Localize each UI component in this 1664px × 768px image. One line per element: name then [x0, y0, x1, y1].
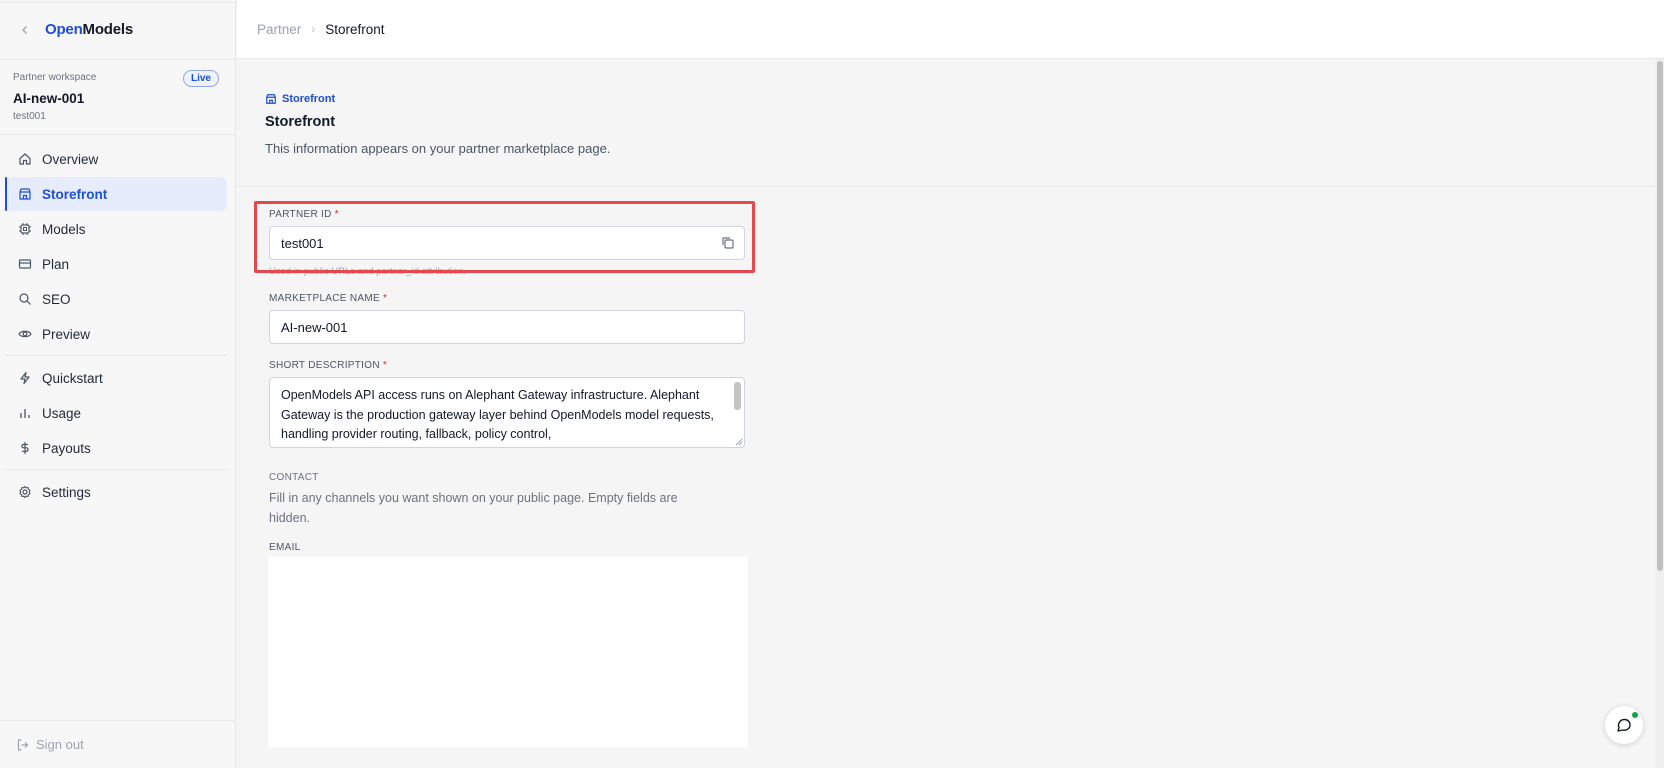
chat-icon [1617, 718, 1631, 732]
workspace-card: Partner workspace Live AI-new-001 test00… [0, 60, 235, 135]
marketplace-name-label: MARKETPLACE NAME * [269, 293, 388, 304]
sidebar-item-preview[interactable]: Preview [5, 317, 227, 351]
page-description: This information appears on your partner… [265, 141, 611, 156]
copy-icon[interactable] [720, 235, 736, 251]
sign-out-label: Sign out [36, 737, 84, 752]
storefront-form: PARTNER ID * test001 Used in public URLs … [254, 201, 755, 747]
sidebar-item-label: Preview [42, 326, 91, 342]
short-description-label: SHORT DESCRIPTION * [269, 360, 388, 371]
sign-out-icon [16, 738, 30, 752]
sidebar-item-overview[interactable]: Overview [5, 142, 227, 176]
zap-icon [17, 370, 33, 386]
store-icon [17, 186, 33, 202]
sidebar-item-label: Payouts [42, 440, 91, 456]
brand-row: OpenModels [0, 0, 235, 60]
sign-out-button[interactable]: Sign out [0, 720, 236, 768]
sidebar-item-label: Models [42, 221, 86, 237]
gear-icon [17, 484, 33, 500]
nav-divider [5, 469, 227, 470]
sidebar-item-label: Usage [42, 405, 82, 421]
sidebar-item-plan[interactable]: Plan [5, 247, 227, 281]
sidebar-item-quickstart[interactable]: Quickstart [5, 361, 227, 395]
short-description-value: OpenModels API access runs on Alephant G… [281, 388, 714, 441]
main-content: Storefront Storefront This information a… [237, 59, 1664, 768]
resize-handle-icon[interactable] [735, 438, 743, 446]
sidebar-item-storefront[interactable]: Storefront [5, 177, 227, 211]
sidebar-item-seo[interactable]: SEO [5, 282, 227, 316]
live-badge: Live [182, 70, 219, 87]
credit-card-icon [17, 256, 33, 272]
page-title: Storefront [265, 114, 336, 130]
short-description-field[interactable]: OpenModels API access runs on Alephant G… [269, 377, 745, 448]
chevron-right-icon: › [311, 22, 316, 36]
contact-label: CONTACT [269, 472, 319, 483]
sidebar-item-settings[interactable]: Settings [5, 475, 227, 509]
sidebar-item-label: Settings [42, 484, 91, 500]
breadcrumb: Partner › Storefront [237, 0, 1664, 59]
marketplace-name-value: AI-new-001 [281, 319, 348, 335]
partner-id-value: test001 [281, 235, 324, 251]
search-icon [17, 291, 33, 307]
partner-id-label: PARTNER ID * [269, 209, 339, 220]
workspace-id: test001 [13, 111, 46, 122]
sidebar-item-label: Overview [42, 151, 99, 167]
marketplace-name-field[interactable]: AI-new-001 [269, 310, 745, 344]
page-scrollbar[interactable] [1655, 59, 1664, 768]
breadcrumb-partner[interactable]: Partner [257, 22, 301, 37]
cpu-icon [17, 221, 33, 237]
sidebar: OpenModels Partner workspace Live AI-new… [0, 0, 236, 768]
sidebar-item-label: SEO [42, 291, 71, 307]
collapse-sidebar-icon[interactable] [20, 22, 40, 38]
sidebar-item-payouts[interactable]: Payouts [5, 431, 227, 465]
nav-divider [5, 355, 227, 356]
sidebar-nav: Overview Storefront Models Plan SEO Prev… [0, 135, 235, 509]
dollar-icon [17, 440, 33, 456]
sidebar-item-label: Quickstart [42, 370, 103, 386]
partner-id-field[interactable]: test001 [269, 226, 745, 260]
contact-description: Fill in any channels you want shown on y… [269, 491, 678, 525]
bar-chart-icon [17, 405, 33, 421]
sidebar-item-models[interactable]: Models [5, 212, 227, 246]
sidebar-item-label: Storefront [42, 186, 108, 202]
breadcrumb-current: Storefront [325, 21, 385, 37]
partner-id-hint: Used in public URLs and partner_id attri… [269, 266, 466, 277]
email-field[interactable] [268, 557, 748, 747]
eyebrow-label: Storefront [282, 93, 336, 105]
online-indicator [1632, 712, 1638, 718]
sidebar-item-usage[interactable]: Usage [5, 396, 227, 430]
workspace-name: AI-new-001 [13, 91, 85, 106]
brand-logo[interactable]: OpenModels [45, 21, 133, 38]
scrollbar-thumb[interactable] [1657, 61, 1663, 571]
store-icon [265, 93, 277, 105]
eye-icon [17, 326, 33, 342]
sidebar-item-label: Plan [42, 256, 70, 272]
textarea-scrollbar[interactable] [732, 380, 742, 444]
page-header: Storefront Storefront This information a… [237, 59, 1664, 187]
email-label: EMAIL [269, 542, 301, 553]
section-eyebrow: Storefront [265, 93, 1664, 105]
chat-button[interactable] [1604, 705, 1644, 745]
home-icon [17, 151, 33, 167]
